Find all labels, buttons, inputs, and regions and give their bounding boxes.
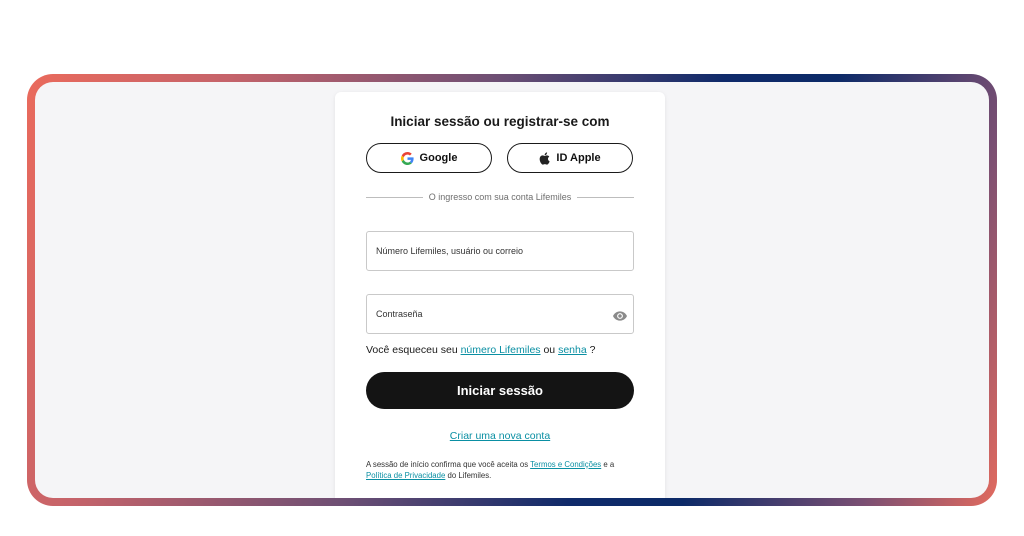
google-button-label: Google	[419, 152, 458, 164]
forgot-credentials-text: Você esqueceu seu número Lifemiles ou se…	[366, 344, 595, 356]
gradient-frame: Iniciar sessão ou registrar-se com Googl…	[27, 74, 997, 506]
forgot-number-link[interactable]: número Lifemiles	[461, 344, 541, 356]
apple-login-button[interactable]: ID Apple	[507, 143, 633, 173]
divider-line-left	[366, 196, 423, 198]
legal-prefix: A sessão de início confirma que você ace…	[366, 460, 529, 469]
create-account-link[interactable]: Criar uma nova conta	[450, 430, 550, 442]
divider-text: O ingresso com sua conta Lifemiles	[428, 192, 572, 202]
legal-and: e a	[603, 460, 615, 469]
forgot-password-link[interactable]: senha	[558, 344, 587, 356]
google-icon	[400, 151, 414, 165]
legal-notice: A sessão de início confirma que você ace…	[366, 459, 634, 481]
login-title: Iniciar sessão ou registrar-se com	[390, 114, 610, 129]
username-input[interactable]	[367, 232, 606, 270]
login-card: Iniciar sessão ou registrar-se com Googl…	[335, 92, 665, 498]
create-account-row: Criar uma nova conta	[335, 430, 665, 442]
apple-icon	[539, 151, 551, 165]
forgot-or: ou	[543, 344, 556, 356]
login-submit-button[interactable]: Iniciar sessão	[366, 372, 634, 409]
divider-line-right	[577, 196, 635, 198]
forgot-prefix: Você esqueceu seu	[366, 344, 458, 356]
user-field-container	[366, 231, 634, 271]
legal-suffix: do Lifemiles.	[447, 471, 492, 480]
forgot-suffix: ?	[589, 344, 596, 356]
terms-link[interactable]: Termos e Condições	[530, 460, 601, 469]
apple-button-label: ID Apple	[556, 152, 601, 164]
privacy-link[interactable]: Política de Privacidade	[366, 471, 445, 480]
password-field-container	[366, 294, 634, 334]
password-input[interactable]	[367, 295, 606, 333]
eye-icon[interactable]	[613, 308, 627, 326]
login-divider: O ingresso com sua conta Lifemiles	[366, 192, 635, 202]
google-login-button[interactable]: Google	[366, 143, 492, 173]
page-background: Iniciar sessão ou registrar-se com Googl…	[35, 82, 989, 498]
